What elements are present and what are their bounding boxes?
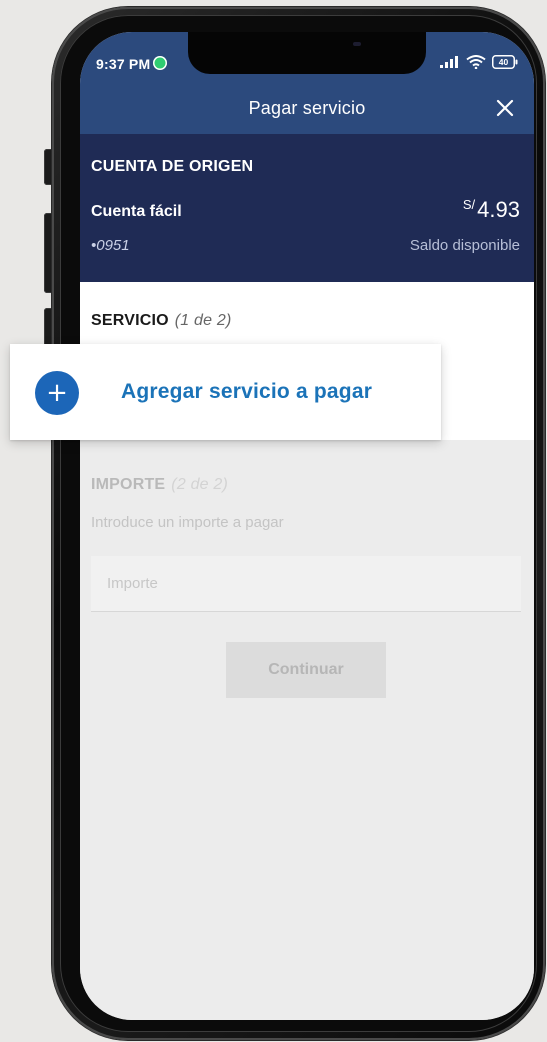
whatsapp-notification-icon [153,56,167,70]
amount-field [91,556,521,612]
account-number: •0951 [91,237,130,254]
service-title-text: SERVICIO [91,312,169,329]
currency-symbol: S/ [462,197,476,212]
source-account-panel: CUENTA DE ORIGEN Cuenta fácil •0951 S/4.… [80,134,534,282]
amount-help-text: Introduce un importe a pagar [91,514,284,531]
amount-input[interactable] [91,556,521,611]
page-title: Pagar servicio [248,98,366,118]
battery-icon: 40 [492,55,518,69]
status-bar: 9:37 PM 40 [80,32,534,84]
continue-button[interactable]: Continuar [226,642,386,698]
amount-step: (2 de 2) [171,476,229,493]
status-time: 9:37 PM [96,56,151,72]
amount-title: IMPORTE (2 de 2) [91,476,228,494]
account-balance: S/4.93 [463,197,520,223]
balance-label: Saldo disponible [409,237,520,254]
app-header: Pagar servicio [80,84,534,134]
battery-level: 40 [499,57,509,67]
add-service-label[interactable]: Agregar servicio a pagar [121,380,372,404]
front-camera [353,42,361,46]
phone-notch [188,32,426,74]
account-name: Cuenta fácil [91,203,182,220]
add-icon[interactable]: + [35,371,79,415]
wifi-icon [466,55,486,69]
signal-icon [440,56,460,68]
source-account-title: CUENTA DE ORIGEN [91,158,254,175]
phone-screen: 9:37 PM 40 Pagar servicio CUENTA DE ORIG… [80,32,534,1020]
close-icon[interactable] [494,97,516,119]
service-step: (1 de 2) [174,312,232,329]
service-title: SERVICIO (1 de 2) [91,312,232,330]
amount-section: IMPORTE (2 de 2) Introduce un importe a p… [80,440,534,1020]
add-service-card[interactable]: + Agregar servicio a pagar [10,344,441,440]
status-indicators: 40 [440,54,518,70]
stage: 9:37 PM 40 Pagar servicio CUENTA DE ORIG… [0,0,547,1042]
screen-bottom [80,980,534,1020]
amount-title-text: IMPORTE [91,476,166,493]
balance-amount: 4.93 [477,197,520,222]
